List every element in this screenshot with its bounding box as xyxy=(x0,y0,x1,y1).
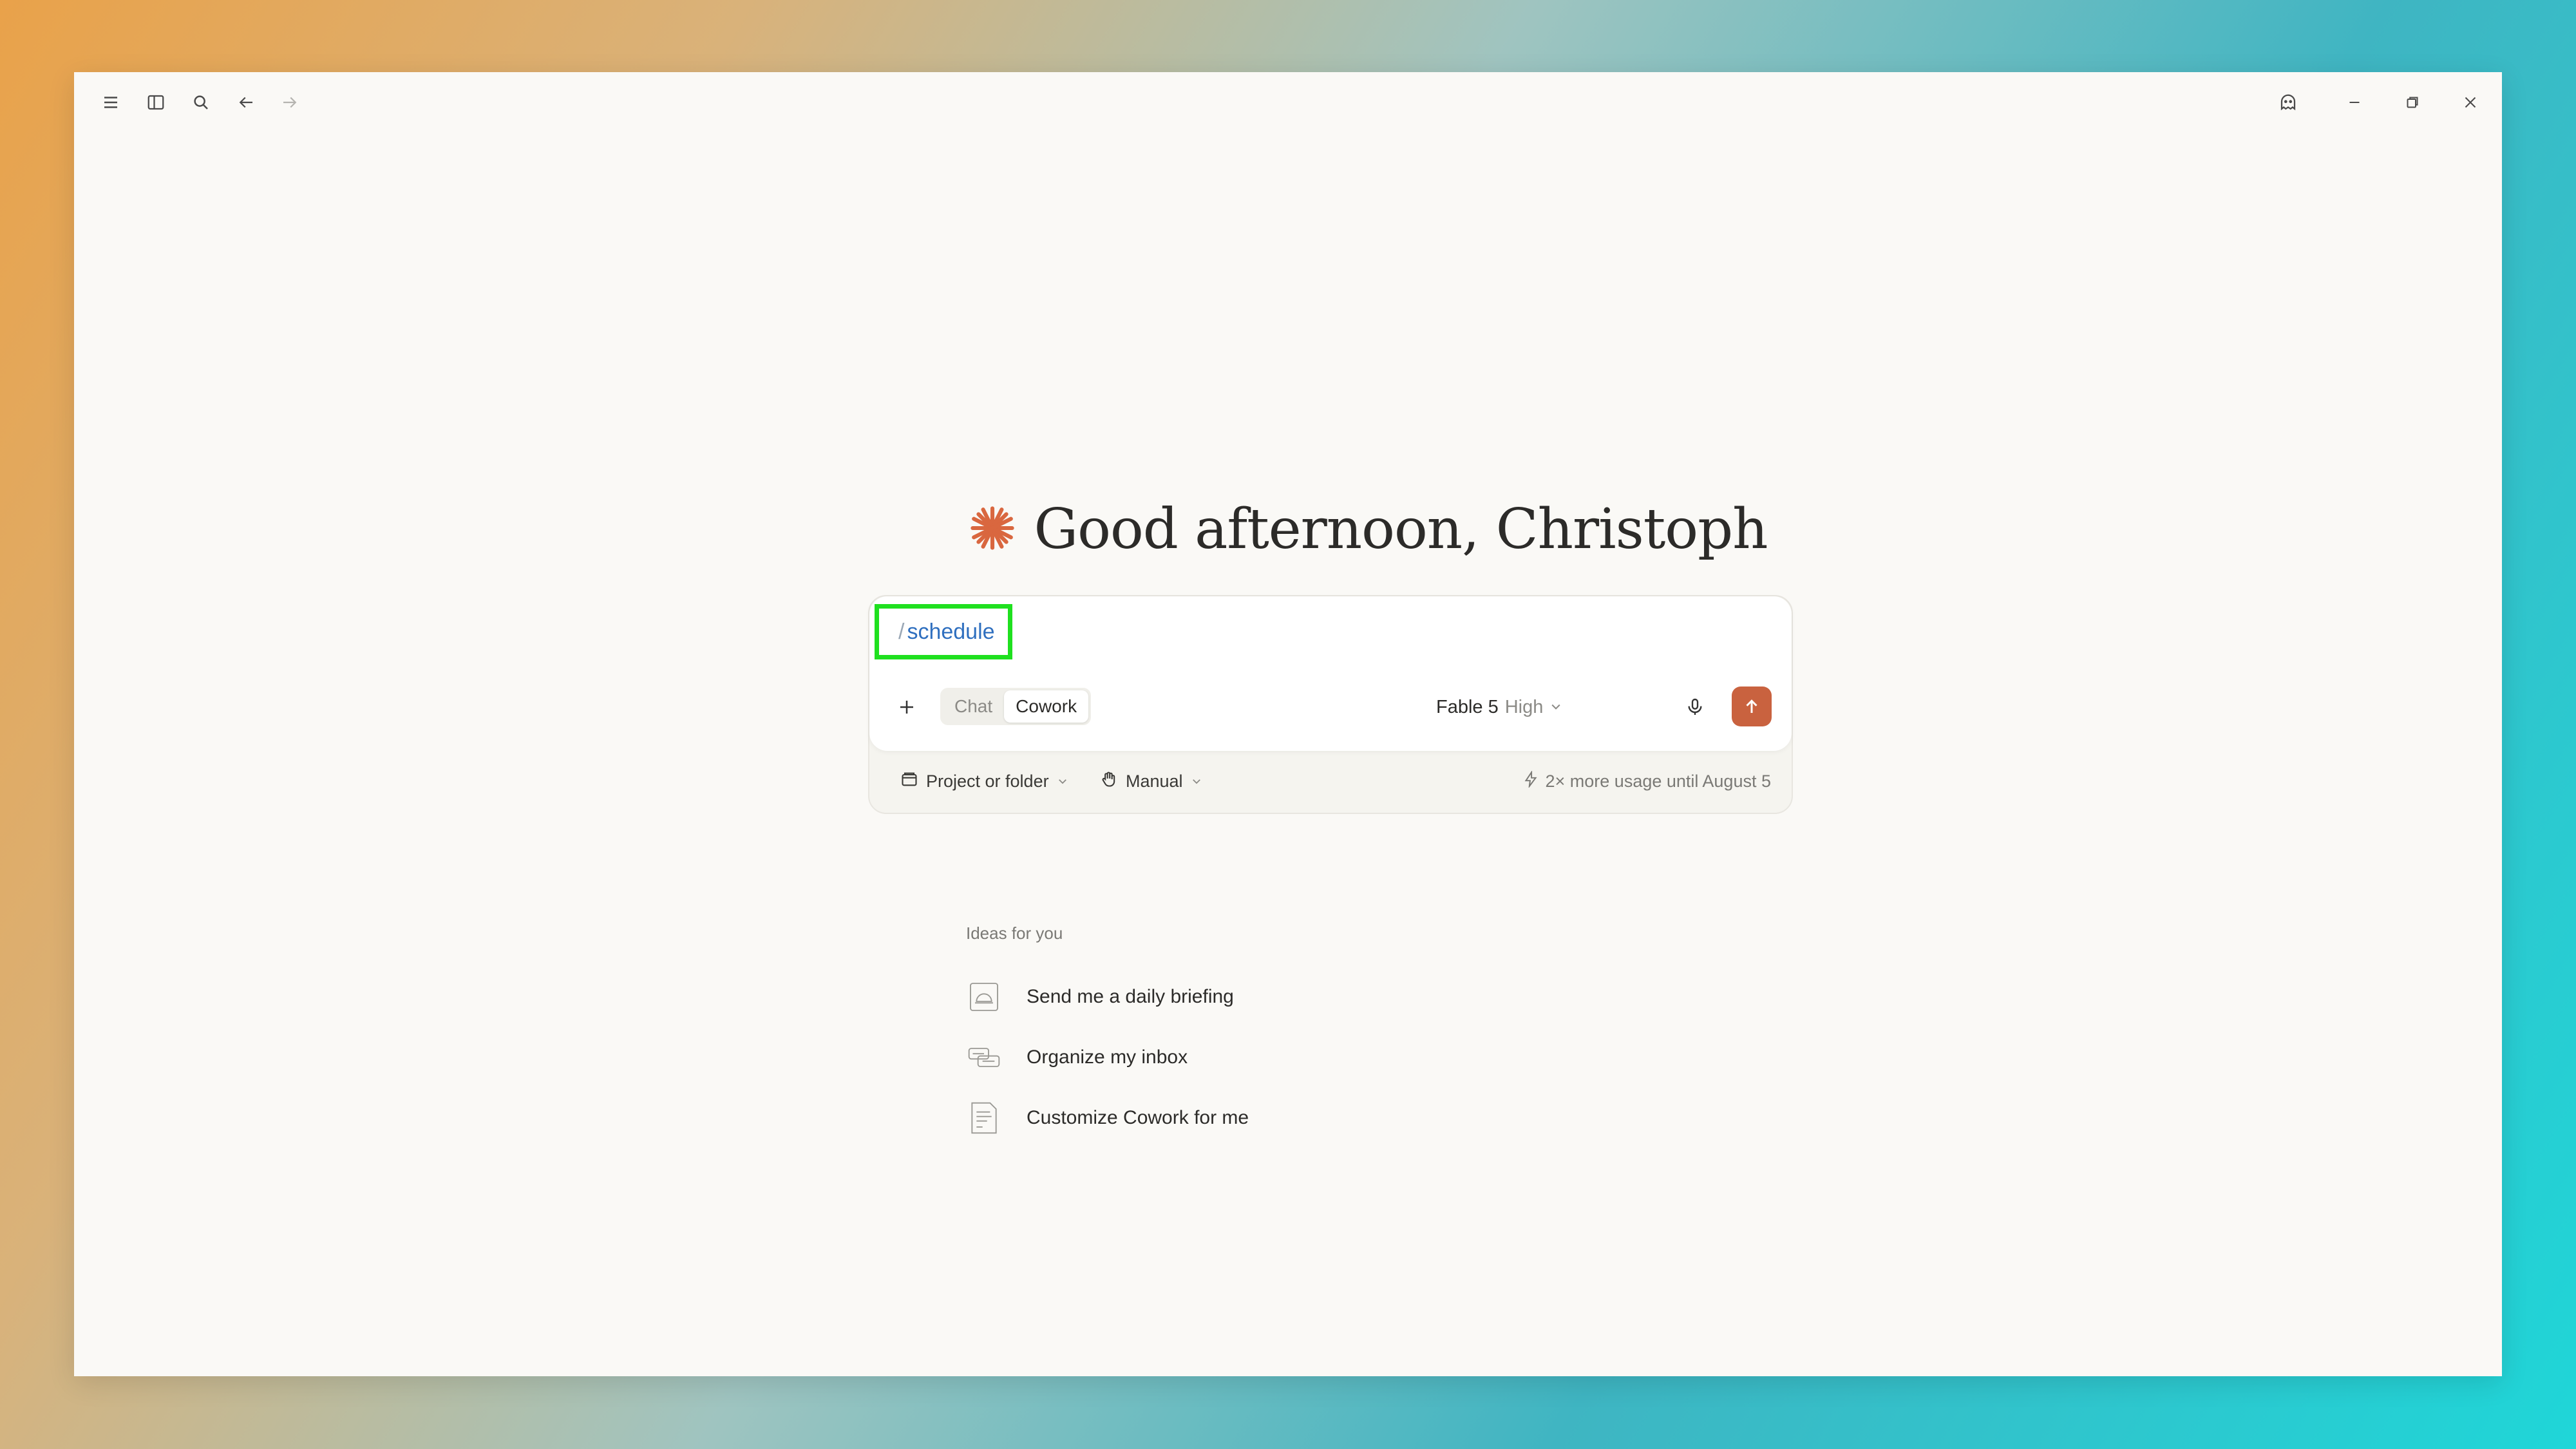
back-arrow-icon[interactable] xyxy=(230,86,262,118)
chevron-down-icon xyxy=(1057,772,1068,791)
usage-text: 2× more usage until August 5 xyxy=(1545,771,1772,791)
chevron-down-icon xyxy=(1549,697,1562,718)
idea-item-daily-briefing[interactable]: Send me a daily briefing xyxy=(966,967,1481,1027)
composer-footer: Project or folder Manual 2× more usage u xyxy=(869,759,1792,804)
add-attachment-button[interactable] xyxy=(889,689,925,725)
ghost-icon[interactable] xyxy=(2272,86,2304,118)
composer: / schedule Chat Cowork Fable 5 High Proj… xyxy=(868,595,1793,814)
idea-item-organize-inbox[interactable]: Organize my inbox xyxy=(966,1027,1481,1088)
titlebar xyxy=(74,72,2502,117)
briefing-icon xyxy=(966,979,1002,1015)
idea-label: Send me a daily briefing xyxy=(1027,986,1234,1007)
project-folder-selector[interactable]: Project or folder xyxy=(900,765,1068,797)
project-folder-label: Project or folder xyxy=(926,771,1049,791)
minimize-icon[interactable] xyxy=(2338,86,2371,118)
app-window: Good afternoon, Christoph / schedule Cha… xyxy=(74,72,2502,1376)
spark-logo-icon xyxy=(969,505,1016,554)
lightning-icon xyxy=(1522,770,1539,792)
composer-input-area[interactable]: / schedule Chat Cowork Fable 5 High xyxy=(869,596,1792,751)
ideas-title: Ideas for you xyxy=(966,923,1063,943)
send-button[interactable] xyxy=(1732,687,1772,726)
idea-item-customize-cowork[interactable]: Customize Cowork for me xyxy=(966,1088,1481,1148)
search-icon[interactable] xyxy=(185,86,217,118)
slash-command-text: schedule xyxy=(907,619,995,644)
hand-icon xyxy=(1100,770,1118,793)
effort-level: High xyxy=(1504,696,1544,717)
usage-notice: 2× more usage until August 5 xyxy=(1522,765,1772,797)
document-icon xyxy=(966,1100,1002,1136)
menu-icon[interactable] xyxy=(95,86,127,118)
model-selector[interactable]: Fable 5 High xyxy=(1436,690,1562,724)
restore-icon[interactable] xyxy=(2396,86,2429,118)
greeting: Good afternoon, Christoph xyxy=(950,484,1787,574)
close-icon[interactable] xyxy=(2454,86,2486,118)
slash-prefix: / xyxy=(898,619,905,644)
permission-mode-label: Manual xyxy=(1126,771,1183,791)
chevron-down-icon xyxy=(1191,772,1202,791)
permission-mode-selector[interactable]: Manual xyxy=(1100,765,1202,797)
sidebar-toggle-icon[interactable] xyxy=(140,86,172,118)
chat-mode-button[interactable]: Chat xyxy=(943,690,1004,723)
model-name: Fable 5 xyxy=(1436,696,1499,717)
microphone-button[interactable] xyxy=(1678,690,1712,724)
composer-toolbar: Chat Cowork Fable 5 High xyxy=(869,685,1792,730)
inbox-icon xyxy=(966,1039,1002,1075)
ideas-section: Ideas for you Send me a daily briefing O… xyxy=(966,923,1481,1148)
idea-label: Organize my inbox xyxy=(1027,1046,1188,1068)
idea-label: Customize Cowork for me xyxy=(1027,1107,1249,1128)
folder-icon xyxy=(900,770,918,793)
cowork-mode-button[interactable]: Cowork xyxy=(1004,690,1089,723)
slash-command-input[interactable]: / schedule xyxy=(875,604,1012,659)
forward-arrow-icon[interactable] xyxy=(274,86,306,118)
mode-toggle: Chat Cowork xyxy=(940,688,1092,725)
greeting-text: Good afternoon, Christoph xyxy=(1034,497,1768,562)
